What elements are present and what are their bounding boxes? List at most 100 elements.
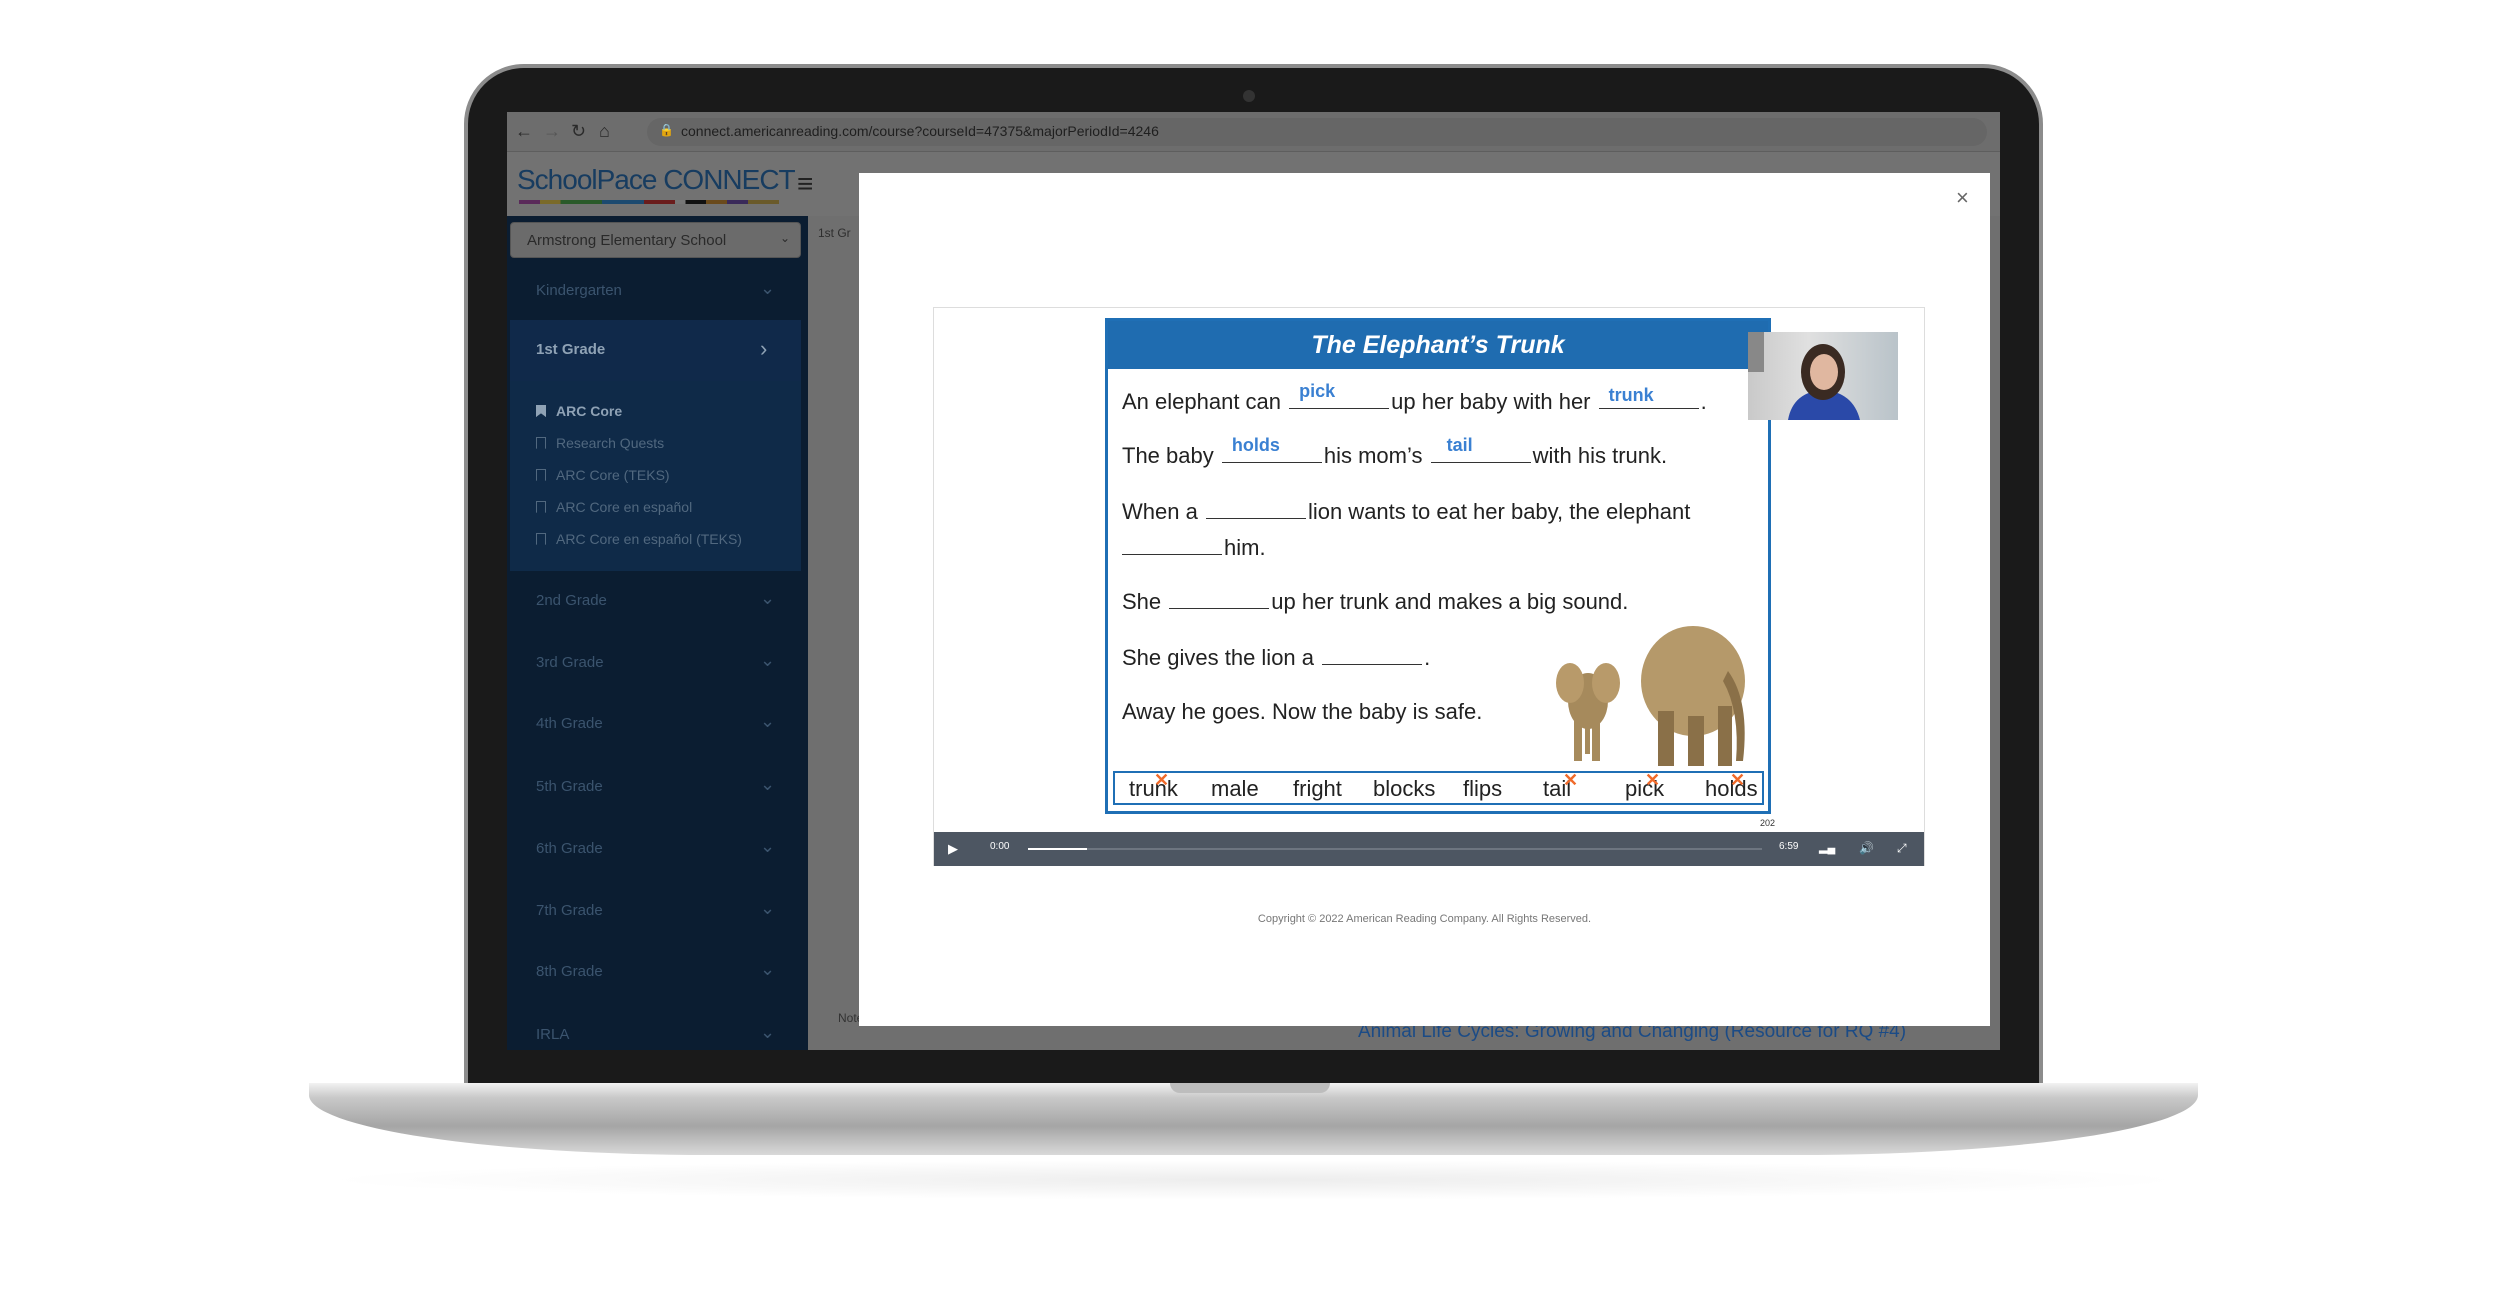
logo-color-bar bbox=[519, 200, 779, 204]
address-bar[interactable]: 🔒 connect.americanreading.com/course?cou… bbox=[647, 118, 1987, 146]
bookmark-icon bbox=[536, 469, 546, 481]
video-player[interactable]: The Elephant’s Trunk An elephant can pic… bbox=[933, 307, 1925, 866]
worksheet-title: The Elephant’s Trunk bbox=[1108, 321, 1768, 369]
sentence-1: An elephant can pick up her baby with her… bbox=[1122, 381, 1707, 415]
text: with his trunk. bbox=[1532, 443, 1668, 468]
reload-icon[interactable]: ↻ bbox=[571, 121, 586, 142]
close-icon[interactable]: × bbox=[1956, 185, 1969, 211]
url-text: connect.americanreading.com/course?cours… bbox=[681, 123, 1159, 139]
school-select-value: Armstrong Elementary School bbox=[527, 232, 727, 249]
text: him. bbox=[1224, 535, 1266, 560]
logo[interactable]: SchoolPace CONNECT bbox=[517, 164, 796, 196]
word-bank-item: male bbox=[1211, 776, 1259, 802]
sentence-5: She gives the lion a . bbox=[1122, 643, 1430, 671]
text: . bbox=[1700, 389, 1707, 414]
sidebar-subitem-arc-core[interactable]: ARC Core bbox=[536, 403, 622, 419]
blank bbox=[1322, 643, 1423, 665]
blank: trunk bbox=[1598, 385, 1699, 409]
1st-grade-submenu: ARC Core Research Quests ARC Core (TEKS)… bbox=[510, 381, 801, 571]
bookmark-filled-icon bbox=[536, 405, 546, 417]
sidebar-subitem-arc-core-espanol-teks[interactable]: ARC Core en español (TEKS) bbox=[536, 531, 742, 547]
sidebar-item-kindergarten[interactable]: Kindergarten ⌄ bbox=[510, 270, 801, 310]
chevron-right-icon: › bbox=[760, 336, 768, 361]
sentence-6: Away he goes. Now the baby is safe. bbox=[1122, 699, 1483, 724]
chevron-down-icon: ⌄ bbox=[760, 959, 776, 979]
bookmark-icon bbox=[536, 501, 546, 513]
home-icon[interactable]: ⌂ bbox=[599, 121, 610, 142]
sidebar-item-5th-grade[interactable]: 5th Grade ⌄ bbox=[510, 766, 801, 806]
school-select[interactable]: Armstrong Elementary School ⌄ bbox=[510, 222, 801, 258]
page-number: 202 bbox=[1760, 818, 1776, 828]
subitem-label: ARC Core en español bbox=[556, 499, 693, 515]
sidebar-item-6th-grade[interactable]: 6th Grade ⌄ bbox=[510, 828, 801, 868]
sidebar-item-8th-grade[interactable]: 8th Grade ⌄ bbox=[510, 951, 801, 991]
video-modal: × The Elephant’s Trunk An elephant can p… bbox=[859, 173, 1990, 1026]
word-bank-item: tail ✕ bbox=[1543, 770, 1578, 802]
sidebar-item-7th-grade[interactable]: 7th Grade ⌄ bbox=[510, 890, 801, 930]
text: When a bbox=[1122, 499, 1198, 524]
blank: pick bbox=[1289, 381, 1390, 409]
sidebar-item-label: 8th Grade bbox=[536, 963, 603, 980]
sidebar-item-1st-grade[interactable]: 1st Grade › bbox=[510, 320, 801, 381]
seek-bar[interactable] bbox=[1028, 848, 1762, 850]
back-icon[interactable]: ← bbox=[515, 121, 533, 142]
cross-mark-icon: ✕ bbox=[1645, 770, 1661, 790]
bookmark-icon bbox=[536, 437, 546, 449]
word-bank-item: pick ✕ bbox=[1625, 770, 1664, 802]
browser-toolbar: ← → ↻ ⌂ 🔒 connect.americanreading.com/co… bbox=[507, 112, 2000, 152]
sidebar-item-label: 6th Grade bbox=[536, 840, 603, 857]
word-bank-item: trunk ✕ bbox=[1129, 770, 1178, 802]
sidebar-item-label: 1st Grade bbox=[536, 341, 606, 358]
fullscreen-icon[interactable]: ⤢ bbox=[1897, 841, 1907, 856]
lock-icon: 🔒 bbox=[659, 123, 674, 137]
blank: tail bbox=[1430, 435, 1531, 463]
word-bank-item: flips bbox=[1463, 776, 1502, 802]
answer: holds bbox=[1231, 435, 1280, 455]
sidebar-subitem-arc-core-espanol[interactable]: ARC Core en español bbox=[536, 499, 692, 515]
video-controls: ▶ 0:00 6:59 ▂▄ 🔊 ⤢ bbox=[934, 832, 1924, 866]
word-bank: trunk ✕ male fright blocks flips tail ✕ pick ✕ hol… bbox=[1113, 770, 1764, 805]
sidebar-item-label: 3rd Grade bbox=[536, 654, 604, 671]
bookmark-icon bbox=[536, 533, 546, 545]
sentence-3: When a lion wants to eat her baby, the e… bbox=[1122, 497, 1690, 525]
word-bank-item: holds ✕ bbox=[1705, 770, 1758, 802]
word-text: male bbox=[1211, 776, 1259, 801]
word-bank-item: blocks bbox=[1373, 776, 1435, 802]
sentence-3-cont: him. bbox=[1122, 533, 1266, 561]
forward-icon[interactable]: → bbox=[543, 121, 561, 142]
sidebar-item-label: 2nd Grade bbox=[536, 592, 607, 609]
play-icon[interactable]: ▶ bbox=[948, 841, 958, 857]
sidebar-item-2nd-grade[interactable]: 2nd Grade ⌄ bbox=[510, 580, 801, 620]
chevron-down-icon: ⌄ bbox=[760, 278, 776, 298]
volume-icon[interactable]: 🔊 bbox=[1859, 841, 1874, 855]
chevron-down-icon: ⌄ bbox=[760, 588, 776, 608]
text: An elephant can bbox=[1122, 389, 1282, 414]
elephants-image bbox=[1556, 626, 1745, 766]
breadcrumb[interactable]: 1st Gr bbox=[818, 226, 851, 240]
subitem-label: Research Quests bbox=[556, 435, 665, 451]
subitem-label: ARC Core (TEKS) bbox=[556, 467, 670, 483]
sidebar-item-4th-grade[interactable]: 4th Grade ⌄ bbox=[510, 703, 801, 743]
sidebar-item-3rd-grade[interactable]: 3rd Grade ⌄ bbox=[510, 642, 801, 682]
blank bbox=[1122, 533, 1222, 555]
quality-signal-icon[interactable]: ▂▄ bbox=[1819, 841, 1835, 854]
word-text: blocks bbox=[1373, 776, 1436, 801]
subitem-label: ARC Core bbox=[556, 403, 623, 419]
laptop-base bbox=[309, 1083, 2198, 1155]
laptop-shadow bbox=[320, 1160, 2190, 1200]
blank bbox=[1205, 497, 1306, 519]
cross-mark-icon: ✕ bbox=[1154, 770, 1170, 790]
cross-mark-icon: ✕ bbox=[1563, 770, 1579, 790]
hamburger-menu-icon[interactable]: ≡ bbox=[797, 168, 813, 200]
sidebar-subitem-arc-core-teks[interactable]: ARC Core (TEKS) bbox=[536, 467, 670, 483]
chevron-down-icon: ⌄ bbox=[760, 836, 776, 856]
sidebar-item-irla[interactable]: IRLA ⌄ bbox=[510, 1014, 801, 1050]
sidebar-item-label: 7th Grade bbox=[536, 902, 603, 919]
text: She bbox=[1122, 589, 1162, 614]
cross-mark-icon: ✕ bbox=[1730, 770, 1746, 790]
answer: trunk bbox=[1608, 385, 1654, 405]
current-time: 0:00 bbox=[990, 841, 1010, 852]
chevron-down-icon: ⌄ bbox=[779, 231, 790, 245]
sidebar-subitem-research-quests[interactable]: Research Quests bbox=[536, 435, 664, 451]
text: She gives the lion a bbox=[1122, 645, 1315, 670]
